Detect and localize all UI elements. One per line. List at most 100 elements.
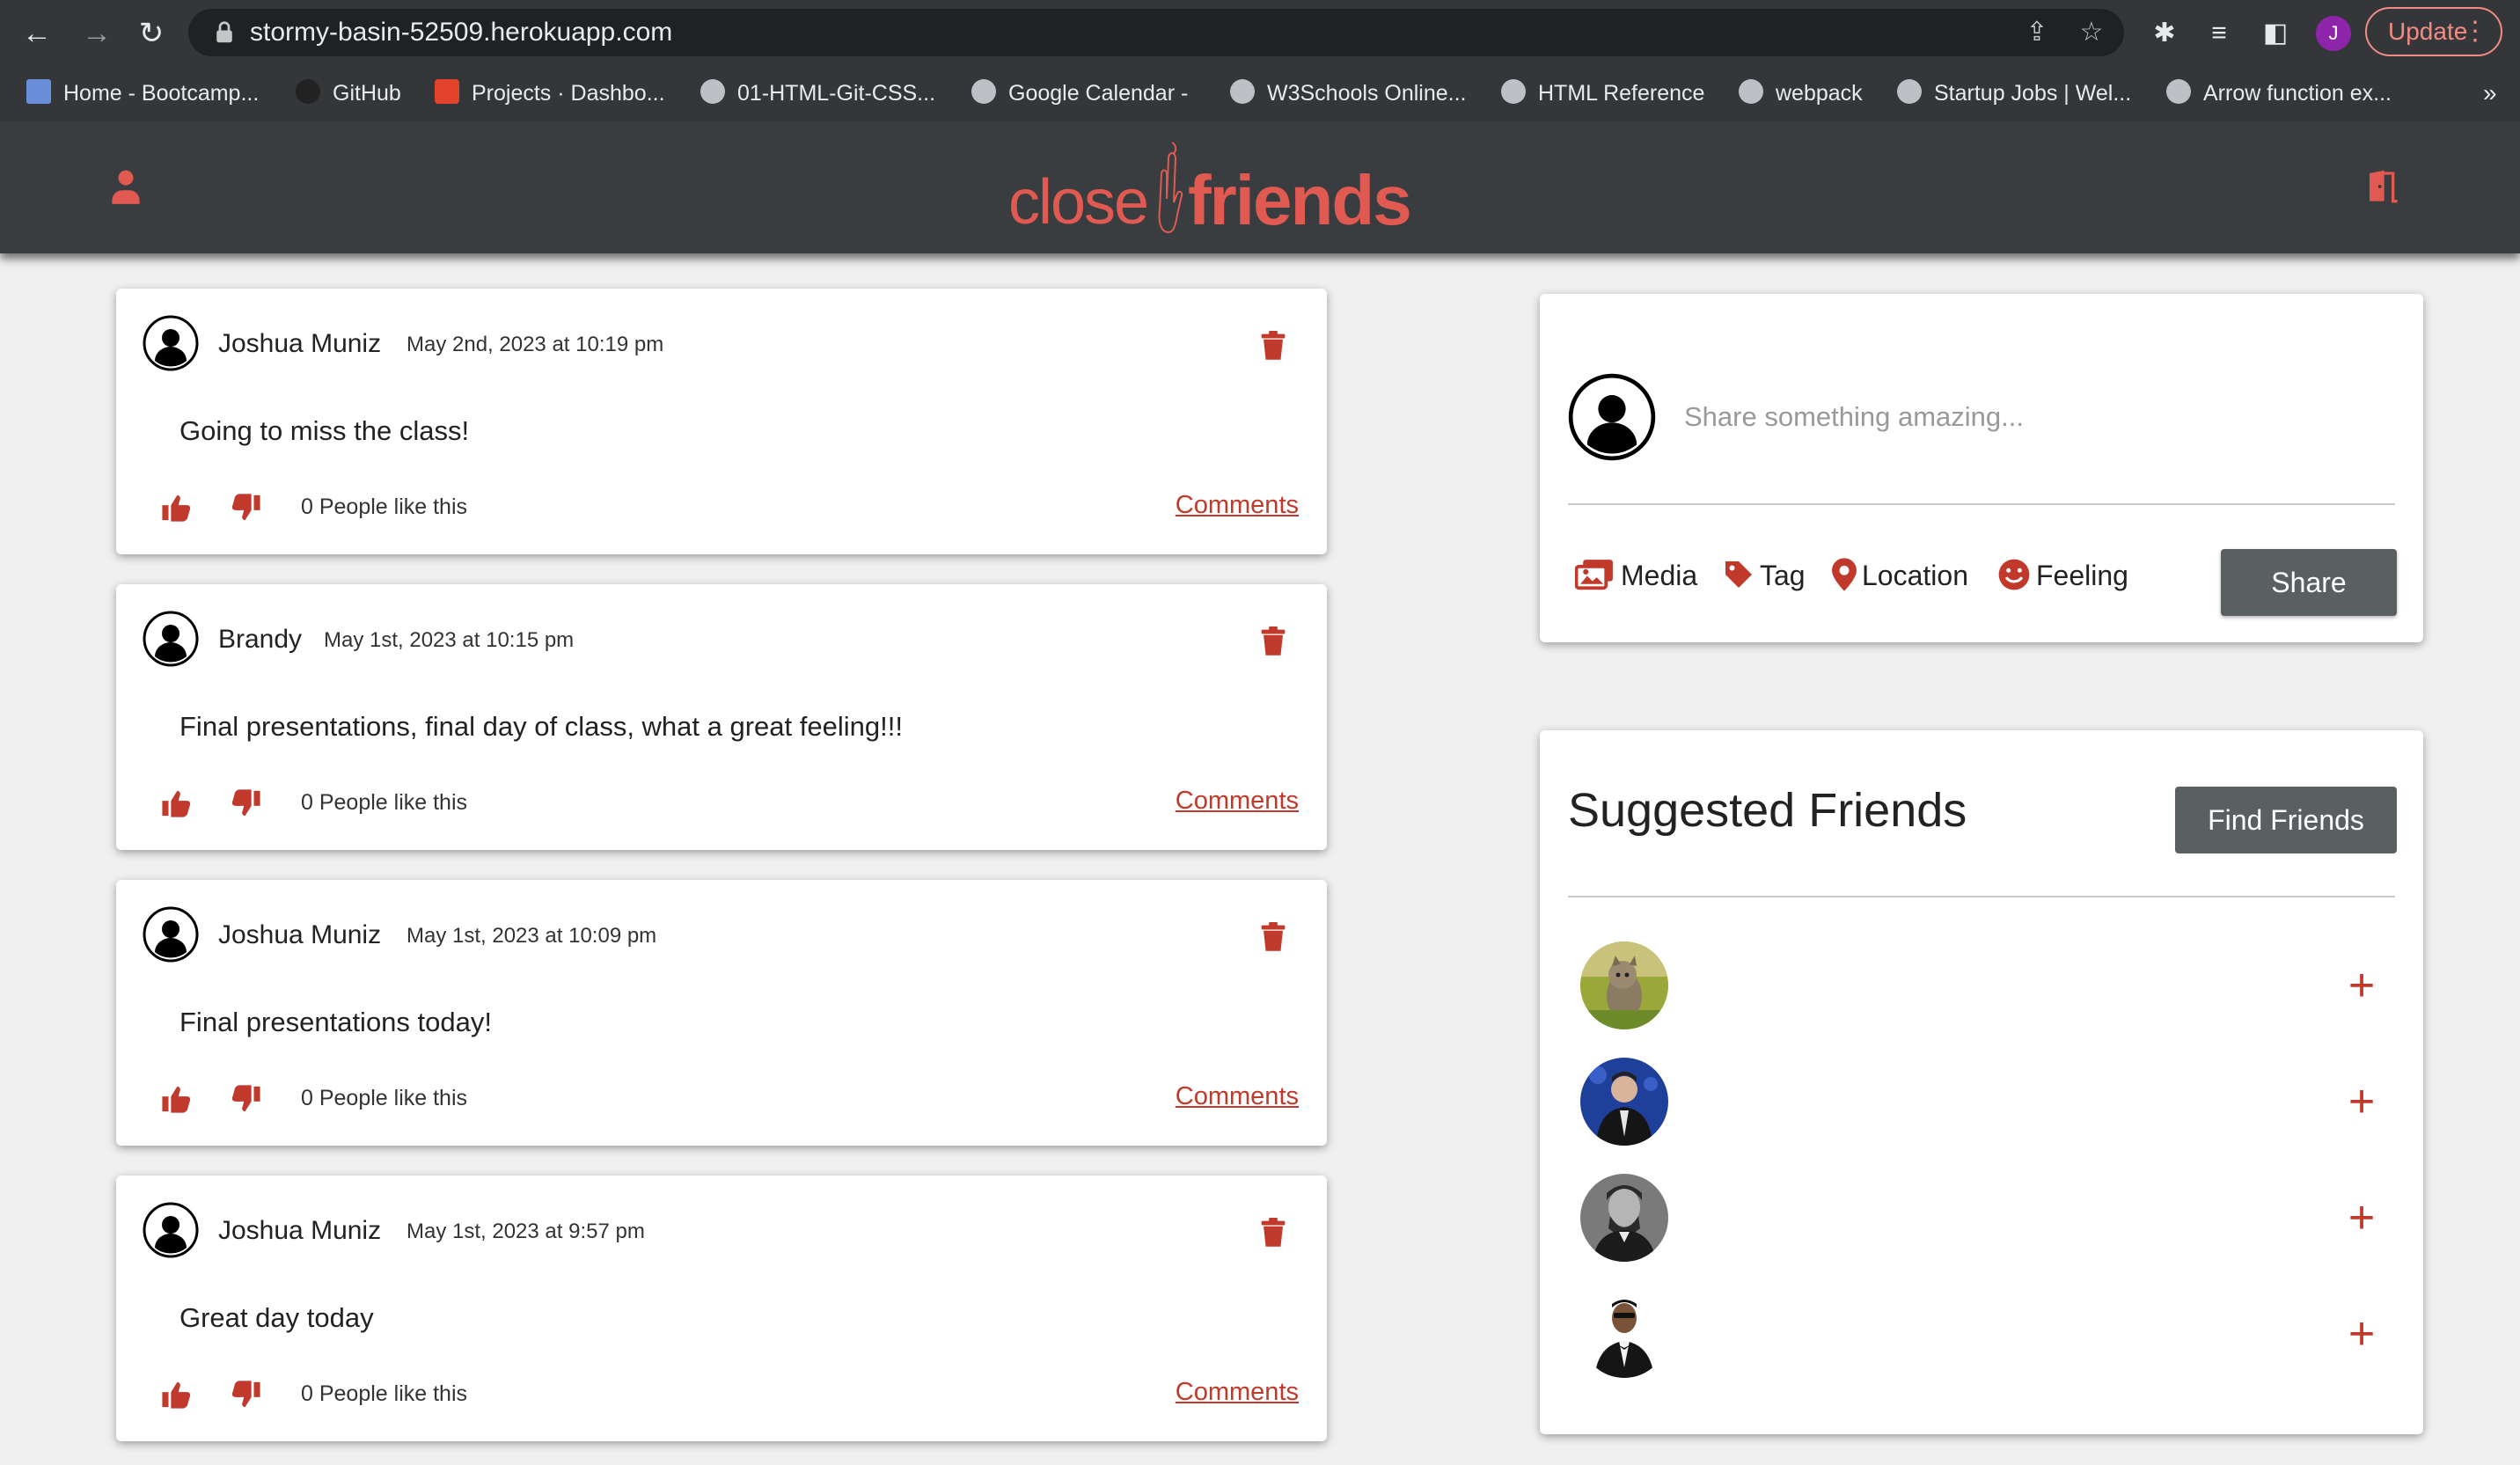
gitlab-favicon-icon (435, 79, 459, 105)
post-author[interactable]: Joshua Muniz (218, 1216, 381, 1246)
add-friend-button[interactable]: + (2337, 961, 2386, 1010)
post-author[interactable]: Joshua Muniz (218, 920, 381, 950)
bookmark-item[interactable]: W3Schools Online... (1230, 77, 1467, 109)
reload-icon[interactable]: ↻ (134, 16, 169, 51)
post-card: Joshua Muniz May 1st, 2023 at 9:57 pm Gr… (116, 1176, 1327, 1441)
bookmark-star-icon[interactable]: ☆ (2077, 18, 2106, 48)
delete-trash-icon[interactable] (1260, 1218, 1286, 1248)
thumbs-down-icon[interactable] (231, 1084, 262, 1114)
extensions-puzzle-icon[interactable]: ✱ (2147, 16, 2182, 51)
find-friends-button[interactable]: Find Friends (2175, 787, 2397, 853)
share-button[interactable]: Share (2221, 549, 2397, 616)
friend-suggestion-item: + (1580, 941, 2390, 1033)
logo-word-friends: friends (1188, 161, 1412, 239)
friend-avatar-historic-portrait[interactable] (1580, 1174, 1668, 1262)
friend-avatar-man-suit[interactable] (1580, 1058, 1668, 1146)
globe-icon (2166, 79, 2191, 105)
app-logo[interactable]: close friends (1008, 134, 1412, 239)
feeling-option[interactable]: Feeling (1997, 558, 2128, 595)
bookmarks-bar: Home - Bootcamp... GitHub Projects · Das… (0, 65, 2520, 122)
post-author[interactable]: Joshua Muniz (218, 329, 381, 359)
post-card: Joshua Muniz May 2nd, 2023 at 10:19 pm G… (116, 289, 1327, 554)
thumbs-down-icon[interactable] (231, 493, 262, 523)
url-text: stormy-basin-52509.herokuapp.com (250, 18, 673, 47)
delete-trash-icon[interactable] (1260, 626, 1286, 656)
crossed-fingers-icon (1158, 142, 1183, 234)
comments-link[interactable]: Comments (1176, 491, 1299, 520)
globe-icon (1897, 79, 1922, 105)
chrome-menu-icon[interactable]: ⋮ (2462, 9, 2488, 55)
share-post-input[interactable] (1682, 385, 2372, 449)
friend-avatar-kitten[interactable] (1580, 941, 1668, 1029)
thumbs-up-icon[interactable] (160, 1084, 192, 1114)
bookmark-item[interactable]: Arrow function ex... (2166, 77, 2392, 109)
thumbs-up-icon[interactable] (160, 493, 192, 523)
bookmark-item[interactable]: HTML Reference (1501, 77, 1704, 109)
globe-icon (700, 79, 725, 105)
thumbs-down-icon[interactable] (231, 1380, 262, 1410)
delete-trash-icon[interactable] (1260, 331, 1286, 361)
delete-trash-icon[interactable] (1260, 922, 1286, 952)
bookmark-item[interactable]: Google Calendar - (971, 77, 1188, 109)
friend-suggestion-item: + (1580, 1290, 2390, 1381)
profile-icon[interactable] (111, 169, 141, 204)
address-bar[interactable]: stormy-basin-52509.herokuapp.com ⇪ ☆ (188, 9, 2124, 56)
post-card: Brandy May 1st, 2023 at 10:15 pm Final p… (116, 584, 1327, 850)
bookmark-item[interactable]: 01-HTML-Git-CSS... (700, 77, 935, 109)
reading-list-icon[interactable]: ≡ (2201, 16, 2237, 51)
smile-face-icon (1998, 559, 2030, 590)
bookmarks-overflow-button[interactable]: » (2483, 77, 2497, 109)
tag-icon (1725, 560, 1752, 588)
post-author[interactable]: Brandy (218, 625, 302, 655)
thumbs-down-icon[interactable] (231, 788, 262, 818)
bookmark-item[interactable]: Home - Bootcamp... (26, 77, 259, 109)
divider (1568, 503, 2395, 505)
comments-link[interactable]: Comments (1176, 1378, 1299, 1407)
globe-icon (1739, 79, 1763, 105)
thumbs-up-icon[interactable] (160, 788, 192, 818)
media-images-icon (1574, 559, 1613, 590)
globe-icon (971, 79, 996, 105)
lock-icon (216, 21, 232, 43)
add-friend-button[interactable]: + (2337, 1077, 2386, 1126)
post-content: Final presentations, final day of class,… (179, 711, 903, 742)
bookmark-item[interactable]: Projects · Dashbo... (435, 77, 665, 109)
suggested-friends-card: Suggested Friends Find Friends + + + + (1540, 730, 2423, 1434)
profile-avatar[interactable]: J (2316, 16, 2351, 51)
friend-avatar-man-tuxedo[interactable] (1580, 1290, 1668, 1378)
divider (1568, 896, 2395, 897)
comments-link[interactable]: Comments (1176, 787, 1299, 816)
bookmark-item[interactable]: webpack (1739, 77, 1863, 109)
post-date: May 2nd, 2023 at 10:19 pm (407, 333, 664, 356)
user-avatar-icon (143, 315, 199, 371)
thumbs-up-icon[interactable] (160, 1380, 192, 1410)
add-friend-button[interactable]: + (2337, 1193, 2386, 1242)
bootcamp-favicon-icon (26, 79, 51, 105)
comments-link[interactable]: Comments (1176, 1082, 1299, 1111)
like-count: 0 People like this (301, 494, 468, 519)
like-count: 0 People like this (301, 1086, 468, 1110)
globe-icon (1230, 79, 1255, 105)
tag-option[interactable]: Tag (1723, 558, 1806, 594)
user-avatar-icon (1568, 373, 1656, 461)
bookmark-item[interactable]: GitHub (296, 77, 401, 109)
forward-icon[interactable]: → (79, 16, 114, 51)
side-panel-icon[interactable]: ◧ (2258, 16, 2293, 51)
update-label: Update (2388, 18, 2468, 45)
location-option[interactable]: Location (1832, 557, 1968, 595)
back-icon[interactable]: ← (19, 16, 55, 51)
update-button[interactable]: Update ⋮ (2365, 7, 2502, 56)
like-count: 0 People like this (301, 1381, 468, 1406)
add-friend-button[interactable]: + (2337, 1309, 2386, 1359)
media-label: Media (1621, 560, 1698, 591)
user-avatar-icon (143, 1202, 199, 1258)
tag-label: Tag (1760, 560, 1806, 591)
browser-toolbar: ← → ↻ stormy-basin-52509.herokuapp.com ⇪… (0, 0, 2520, 65)
location-pin-icon (1832, 557, 1857, 591)
post-content: Final presentations today! (179, 1007, 492, 1037)
github-favicon-icon (296, 79, 320, 105)
media-option[interactable]: Media (1574, 558, 1698, 595)
logout-door-icon[interactable] (2365, 169, 2400, 204)
share-page-icon[interactable]: ⇪ (2022, 18, 2052, 48)
bookmark-item[interactable]: Startup Jobs | Wel... (1897, 77, 2131, 109)
